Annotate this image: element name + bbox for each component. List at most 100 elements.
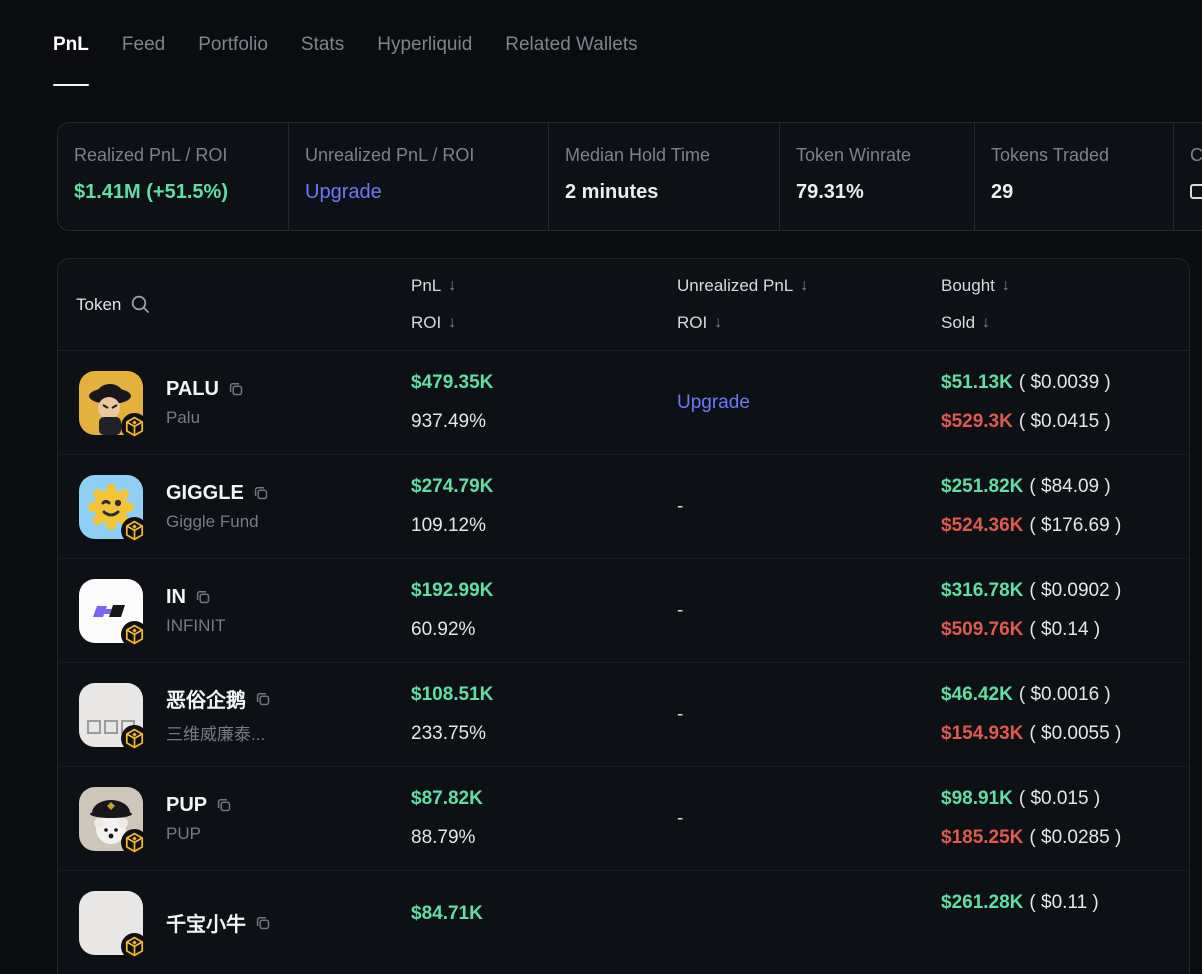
pnl-value: $479.35K (411, 372, 677, 394)
sort-desc-arrow-icon: ↓ (982, 314, 990, 332)
sort-pnl[interactable]: PnL ↓ (411, 276, 677, 296)
token-symbol: GIGGLE (166, 482, 244, 505)
copy-address-icon[interactable] (216, 797, 232, 813)
table-row[interactable]: 恶俗企鹅 三维威廉泰... $108.51K 233.75% - $46.42K… (58, 663, 1189, 767)
table-row[interactable]: IN INFINIT $192.99K 60.92% - $316.78K( $… (58, 559, 1189, 663)
sort-desc-arrow-icon: ↓ (448, 277, 456, 295)
sold-value: $509.76K (941, 619, 1023, 640)
token-symbol: IN (166, 586, 186, 609)
token-cell: IN INFINIT (58, 579, 411, 643)
sold-price: ( $0.0055 ) (1029, 723, 1121, 744)
pnl-value: $87.82K (411, 788, 677, 810)
bought-header-label: Bought (941, 276, 995, 296)
table-row[interactable]: 千宝小牛 $84.71K $261.28K ( $0.11 ) (58, 871, 1189, 974)
token-name: Palu (166, 408, 244, 428)
unrealized-cell: - (677, 704, 941, 726)
sort-bought[interactable]: Bought ↓ (941, 276, 1189, 296)
pnl-header-label: PnL (411, 276, 441, 296)
sort-unrealized-roi[interactable]: ROI↓ (677, 313, 941, 333)
bought-sold-cell: $316.78K( $0.0902 ) $509.76K( $0.14 ) (941, 580, 1189, 641)
sort-desc-arrow-icon: ↓ (714, 314, 722, 332)
sold-value: $185.25K (941, 827, 1023, 848)
search-icon[interactable] (130, 294, 151, 315)
sold-price: ( $176.69 ) (1029, 515, 1121, 536)
nav-tab[interactable]: Feed (122, 34, 165, 86)
bnb-chain-badge-icon (121, 933, 148, 960)
pnl-cell: $87.82K 88.79% (411, 788, 677, 849)
roi-value: 109.12% (411, 515, 677, 537)
copy-address-icon[interactable] (228, 381, 244, 397)
token-header-label: Token (76, 295, 121, 315)
unrealized-value: - (677, 808, 683, 829)
stat-card-label: Realized PnL / ROI (74, 145, 272, 166)
bought-price: ( $0.0902 ) (1029, 580, 1121, 601)
pnl-cell: $479.35K 937.49% (411, 372, 677, 433)
copy-address-icon[interactable] (253, 485, 269, 501)
token-cell: GIGGLE Giggle Fund (58, 475, 411, 539)
token-symbol: PALU (166, 378, 219, 401)
stat-card-value: $1.41M (+51.5%) (74, 181, 272, 204)
nav-tab[interactable]: Related Wallets (505, 34, 637, 86)
bought-value: $98.91K (941, 788, 1013, 809)
bought-sold-cell: $46.42K( $0.0016 ) $154.93K( $0.0055 ) (941, 684, 1189, 745)
pnl-cell: $108.51K 233.75% (411, 684, 677, 745)
roi-value: 60.92% (411, 619, 677, 641)
unrealized-cell: Upgrade (677, 392, 941, 414)
bought-sold-cell: $98.91K( $0.015 ) $185.25K ( $0.0285 ) (941, 788, 1189, 849)
nav-tab[interactable]: PnL (53, 34, 89, 86)
stats-summary-row: Realized PnL / ROI $1.41M (+51.5%) Unrea… (57, 122, 1202, 231)
bought-price: ( $84.09 ) (1029, 476, 1110, 497)
pnl-cell: $192.99K 60.92% (411, 580, 677, 641)
token-cell: 千宝小牛 (58, 891, 411, 955)
sold-value: $154.93K (941, 723, 1023, 744)
table-row[interactable]: PALU Palu $479.35K 937.49% Upgrade $51.1… (58, 351, 1189, 455)
roi-value: 88.79% (411, 827, 677, 849)
sort-desc-arrow-icon: ↓ (1002, 277, 1010, 295)
stat-card-label: Token Winrate (796, 145, 958, 166)
bought-value: $51.13K (941, 372, 1013, 393)
token-avatar (79, 891, 143, 955)
roi-header-label: ROI (411, 313, 441, 333)
token-cell: PALU Palu (58, 371, 411, 435)
bnb-chain-badge-icon (121, 517, 148, 544)
unrealized-value: - (677, 600, 683, 621)
token-avatar (79, 579, 143, 643)
copy-address-icon[interactable] (195, 589, 211, 605)
nav-tab[interactable]: Hyperliquid (377, 34, 472, 86)
nav-tab[interactable]: Stats (301, 34, 344, 86)
sort-sold[interactable]: Sold↓ (941, 313, 1189, 333)
pnl-value: $274.79K (411, 476, 677, 498)
token-text: 恶俗企鹅 三维威廉泰... (166, 684, 271, 745)
sold-price: ( $0.0285 ) (1029, 827, 1121, 848)
copy-address-icon[interactable] (255, 691, 271, 707)
table-body: PALU Palu $479.35K 937.49% Upgrade $51.1… (58, 351, 1189, 974)
bought-line: $261.28K ( $0.11 ) (941, 892, 1189, 914)
copy-address-icon[interactable] (255, 915, 271, 931)
bought-sold-cell: $261.28K ( $0.11 ) (941, 892, 1189, 953)
table-row[interactable]: PUP PUP $87.82K 88.79% - $98.91K( $0.015… (58, 767, 1189, 871)
sold-line: $529.3K( $0.0415 ) (941, 411, 1189, 433)
bought-price: ( $0.11 ) (1029, 892, 1098, 913)
table-row[interactable]: GIGGLE Giggle Fund $274.79K 109.12% - $2… (58, 455, 1189, 559)
nav-tab[interactable]: Portfolio (198, 34, 268, 86)
stat-card-label: C (1190, 145, 1202, 166)
bought-price: ( $0.0039 ) (1019, 372, 1111, 393)
bought-sold-cell: $251.82K( $84.09 ) $524.36K( $176.69 ) (941, 476, 1189, 537)
pnl-cell: $84.71K (411, 903, 677, 942)
pnl-value: $84.71K (411, 903, 677, 925)
token-symbol: 恶俗企鹅 (166, 684, 246, 713)
sort-roi[interactable]: ROI↓ (411, 313, 677, 333)
unrealized-value: - (677, 496, 683, 517)
profile-nav-tabs: PnL Feed Portfolio Stats Hyperliquid Rel… (53, 34, 638, 86)
stat-card-value: 2 minutes (565, 181, 763, 204)
bought-line: $98.91K( $0.015 ) (941, 788, 1189, 810)
table-header: Token PnL↓ ROI↓ Unrealized PnL↓ ROI↓ Bou… (58, 259, 1189, 351)
bought-value: $261.28K (941, 892, 1023, 913)
unrealized-cell: - (677, 808, 941, 830)
stat-card: C (1173, 123, 1202, 230)
stat-card: Median Hold Time 2 minutes (548, 123, 779, 230)
token-avatar (79, 475, 143, 539)
token-avatar (79, 683, 143, 747)
sold-line: $509.76K( $0.14 ) (941, 619, 1189, 641)
sort-unrealized-pnl[interactable]: Unrealized PnL↓ (677, 276, 941, 296)
